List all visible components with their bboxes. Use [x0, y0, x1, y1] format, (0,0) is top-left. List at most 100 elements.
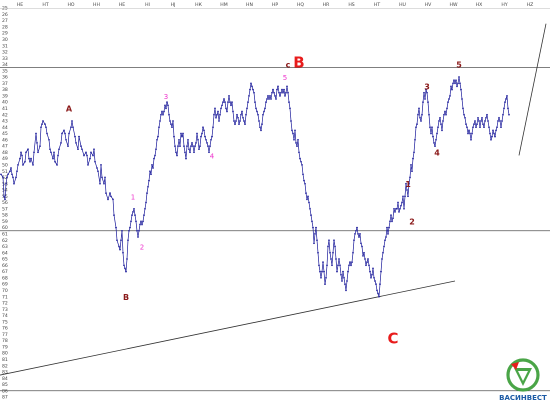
- price-point: [148, 179, 150, 182]
- y-tick-label: 36: [2, 75, 8, 81]
- price-point: [245, 113, 247, 116]
- price-point: [375, 283, 377, 285]
- price-point: [508, 113, 510, 116]
- price-point: [369, 270, 371, 273]
- price-point: [215, 116, 217, 119]
- price-point: [168, 113, 170, 116]
- price-point: [289, 107, 291, 110]
- price-point: [61, 132, 63, 135]
- price-point: [414, 138, 416, 141]
- price-point: [491, 135, 493, 138]
- price-point: [140, 220, 142, 223]
- price-point: [314, 233, 316, 235]
- price-point: [385, 236, 387, 238]
- y-tick-label: 65: [2, 257, 8, 263]
- price-point: [72, 126, 74, 129]
- price-point: [402, 195, 404, 198]
- y-tick-label: 35: [2, 68, 8, 74]
- price-point: [271, 91, 273, 94]
- price-point: [500, 126, 502, 129]
- price-point: [81, 148, 83, 151]
- price-point: [452, 82, 454, 85]
- price-point: [193, 151, 195, 154]
- price-point: [217, 110, 219, 113]
- price-point: [35, 132, 37, 135]
- price-point: [417, 113, 419, 116]
- price-point: [416, 123, 418, 125]
- price-point: [226, 110, 228, 113]
- price-point: [384, 239, 386, 242]
- price-point: [54, 160, 56, 163]
- price-point: [467, 132, 469, 135]
- price-point: [44, 123, 46, 125]
- price-point: [311, 220, 313, 223]
- price-point: [196, 132, 198, 135]
- price-point: [501, 120, 503, 122]
- price-point: [496, 126, 498, 129]
- price-point: [334, 245, 336, 248]
- price-point: [422, 101, 424, 103]
- price-point: [490, 138, 492, 141]
- price-point: [209, 145, 211, 147]
- y-tick-label: 48: [2, 150, 8, 156]
- price-point: [366, 261, 368, 263]
- x-tick-label: НР: [272, 2, 278, 8]
- price-point: [389, 220, 391, 223]
- price-point: [180, 132, 182, 135]
- y-tick-label: 29: [2, 31, 8, 37]
- price-point: [85, 151, 87, 154]
- price-point: [134, 214, 136, 216]
- price-point: [438, 120, 440, 122]
- price-point: [186, 145, 188, 147]
- price-point: [7, 173, 9, 176]
- x-tick-label: НN: [246, 2, 253, 8]
- price-point: [390, 214, 392, 216]
- price-point: [145, 201, 147, 204]
- price-point: [406, 189, 408, 191]
- price-point: [80, 145, 82, 147]
- y-tick-label: 80: [2, 351, 8, 357]
- price-point: [257, 113, 259, 116]
- price-point: [347, 270, 349, 273]
- price-point: [159, 120, 161, 122]
- price-point: [285, 91, 287, 94]
- price-point: [170, 123, 172, 125]
- price-point: [258, 120, 260, 122]
- price-point: [323, 270, 325, 273]
- price-point: [492, 129, 494, 132]
- price-point: [433, 142, 435, 144]
- trendline: [518, 23, 547, 156]
- price-point: [333, 239, 335, 242]
- y-tick-label: 79: [2, 344, 8, 350]
- y-tick-label: 43: [2, 119, 8, 125]
- price-point: [221, 104, 223, 107]
- price-point: [415, 126, 417, 129]
- price-point: [339, 264, 341, 267]
- wave-label: 4: [210, 153, 215, 161]
- y-tick-label: 69: [2, 282, 8, 288]
- price-point: [156, 138, 158, 141]
- price-point: [249, 88, 251, 91]
- price-point: [335, 258, 337, 260]
- price-point: [418, 107, 420, 110]
- price-point: [123, 264, 125, 267]
- price-point: [110, 195, 112, 198]
- price-point: [412, 157, 414, 160]
- price-point: [482, 123, 484, 125]
- price-point: [97, 170, 99, 173]
- price-point: [477, 116, 479, 119]
- wave-label: A: [66, 105, 73, 114]
- price-point: [206, 142, 208, 144]
- price-point: [153, 157, 155, 160]
- price-point: [354, 233, 356, 235]
- price-point: [308, 201, 310, 204]
- price-point: [307, 195, 309, 198]
- price-point: [214, 107, 216, 110]
- price-point: [256, 110, 258, 113]
- y-tick-label: 46: [2, 137, 8, 143]
- y-tick-label: 45: [2, 131, 8, 137]
- price-point: [231, 101, 233, 103]
- price-point: [167, 104, 169, 107]
- wave-labels: AB12345c BC12345: [66, 54, 462, 348]
- y-tick-label: 33: [2, 56, 8, 62]
